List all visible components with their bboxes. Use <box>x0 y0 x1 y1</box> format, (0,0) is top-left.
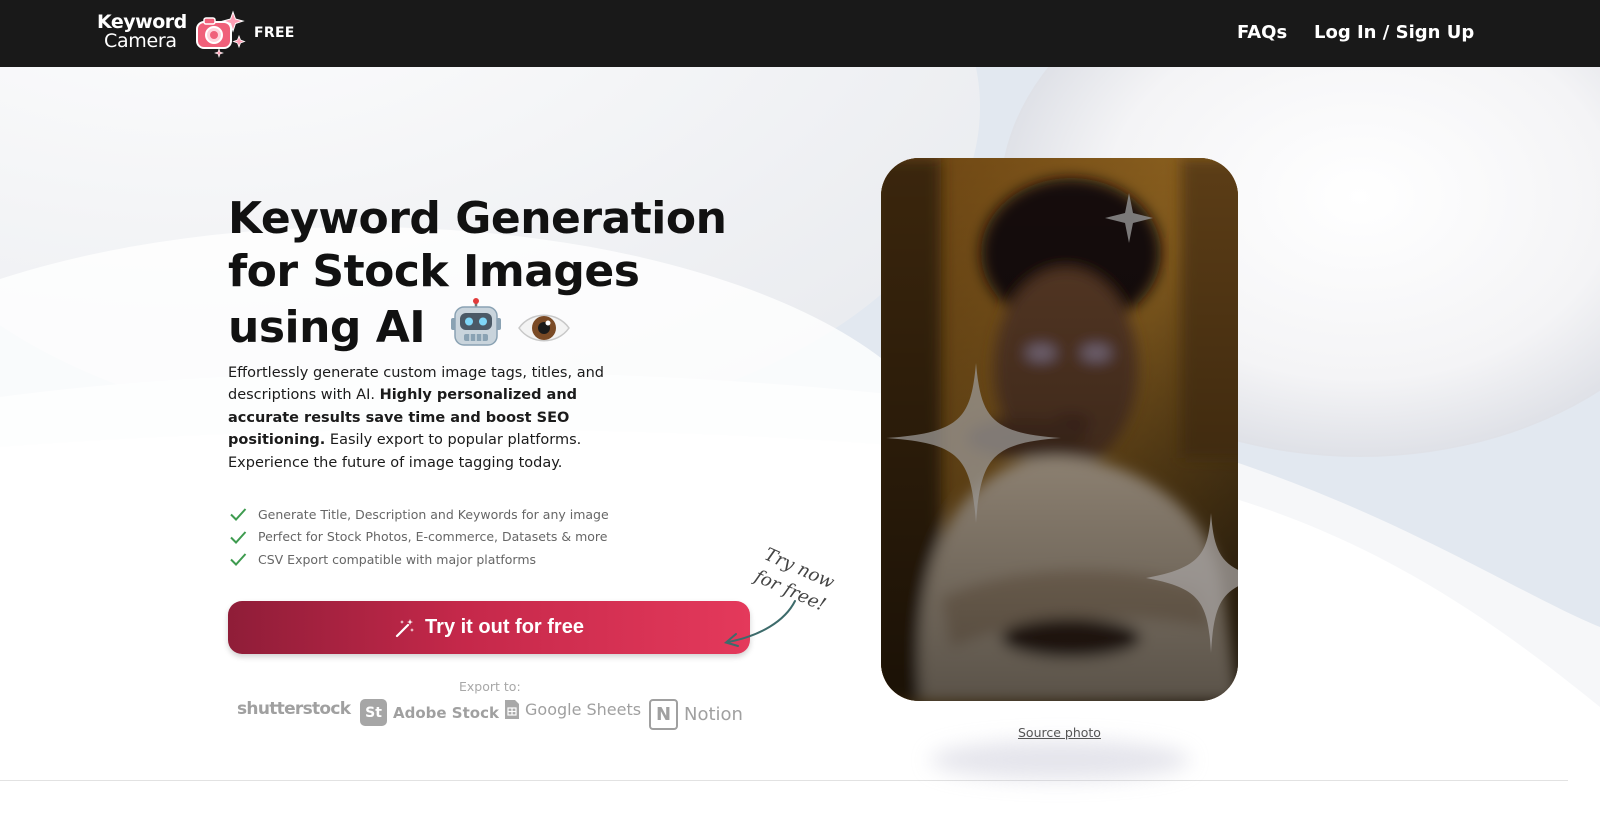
logo-wordmark: Keyword Camera <box>97 11 187 52</box>
feature-list: Generate Title, Description and Keywords… <box>228 503 609 571</box>
nav-login-signup-link[interactable]: Log In / Sign Up <box>1314 22 1474 43</box>
section-divider <box>0 780 1568 781</box>
curved-arrow-icon <box>723 600 796 647</box>
feature-item: Generate Title, Description and Keywords… <box>228 503 609 526</box>
sample-stock-photo <box>881 158 1238 701</box>
eye-emoji-icon <box>517 314 570 342</box>
google-sheets-icon <box>505 700 519 719</box>
source-photo-link[interactable]: Source photo <box>1018 725 1101 740</box>
camera-logo-icon <box>196 10 246 58</box>
export-label: Export to: <box>459 679 521 694</box>
hero-headline: Keyword Generation for Stock Images usin… <box>228 193 727 353</box>
nav-faqs-link[interactable]: FAQs <box>1237 22 1287 43</box>
check-icon <box>230 531 247 544</box>
shutterstock-logo: shutterstock <box>237 699 351 719</box>
notion-icon: N <box>649 699 678 730</box>
robot-emoji-icon <box>451 298 501 346</box>
free-badge: FREE <box>254 25 295 41</box>
check-icon <box>230 508 247 522</box>
feature-item: CSV Export compatible with major platfor… <box>228 548 609 571</box>
photo-shadow <box>930 740 1190 780</box>
google-sheets-logo: Google Sheets <box>504 699 641 720</box>
notion-logo: N Notion <box>649 699 743 730</box>
check-icon <box>230 553 247 567</box>
adobe-stock-logo: St Adobe Stock <box>360 699 499 726</box>
hero-description: Effortlessly generate custom image tags,… <box>228 365 604 471</box>
adobe-stock-icon: St <box>360 699 387 726</box>
feature-item: Perfect for Stock Photos, E-commerce, Da… <box>228 526 609 549</box>
top-nav: Keyword Camera FREE FAQs Log In / Sign U… <box>0 0 1600 67</box>
try-it-free-button[interactable]: Try it out for free <box>228 601 750 654</box>
magic-wand-icon <box>395 618 415 637</box>
